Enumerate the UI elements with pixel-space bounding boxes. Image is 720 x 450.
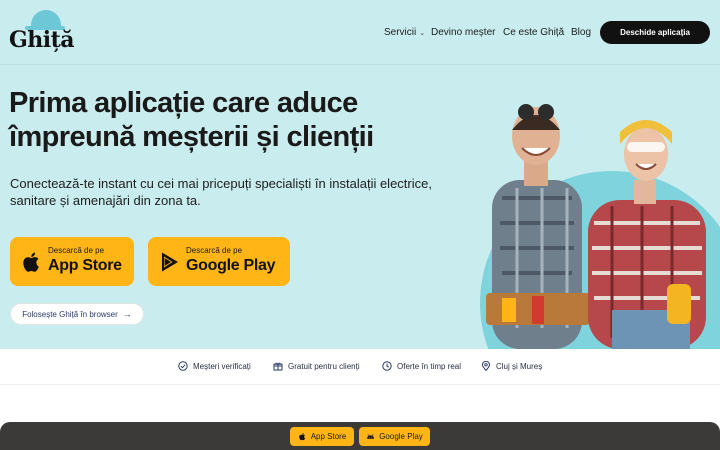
feature-realtime: Oferte în timp real xyxy=(382,361,461,371)
app-store-button[interactable]: Descarcă de pe App Store xyxy=(10,237,134,286)
hero-subtext: Conectează-te instant cu cei mai pricepu… xyxy=(10,176,432,208)
apple-icon xyxy=(298,432,305,441)
woman-neck xyxy=(634,180,656,204)
features-bar: Meșteri verificați Gratuit pentru clienț… xyxy=(0,349,720,385)
nav-what-is-ghita[interactable]: Ce este Ghiță xyxy=(503,0,564,65)
hero-headline-line2: împreună meșterii și clienții xyxy=(9,121,374,153)
sticky-google-play-label: Google Play xyxy=(379,432,423,441)
hero-section: Ghiță Servicii ⌄ Devino meșter Ce este G… xyxy=(0,0,720,349)
check-circle-icon xyxy=(178,361,188,371)
feature-free: Gratuit pentru clienți xyxy=(273,361,360,371)
tool-red xyxy=(532,296,544,324)
nav-become-craftsman[interactable]: Devino meșter xyxy=(431,0,495,65)
woman-face xyxy=(624,127,668,181)
app-store-pre-label: Descarcă de pe xyxy=(48,246,105,255)
use-in-browser-button[interactable]: Folosește Ghiță în browser → xyxy=(10,303,144,325)
google-play-label: Google Play xyxy=(186,257,276,274)
woman-goggles xyxy=(627,142,665,152)
apple-icon xyxy=(23,252,39,272)
feature-verified-label: Meșteri verificați xyxy=(193,361,251,371)
chevron-down-icon: ⌄ xyxy=(419,29,426,37)
arrow-right-icon: → xyxy=(122,309,132,319)
man-goggle-left xyxy=(518,104,534,120)
google-play-button[interactable]: Descarcă de pe Google Play xyxy=(148,237,290,286)
feature-realtime-label: Oferte în timp real xyxy=(397,361,462,371)
open-app-button[interactable]: Deschide aplicația xyxy=(600,21,710,44)
google-play-pre-label: Descarcă de pe xyxy=(186,246,243,255)
feature-location: Cluj și Mureș xyxy=(481,361,542,371)
site-header: Ghiță Servicii ⌄ Devino meșter Ce este G… xyxy=(0,0,720,65)
hero-headline-line1: Prima aplicație care aduce xyxy=(9,87,358,119)
sticky-download-bar: App Store Google Play xyxy=(0,422,720,450)
feature-verified: Meșteri verificați xyxy=(178,361,251,371)
clock-icon xyxy=(382,361,392,371)
craftsmen-illustration xyxy=(480,104,720,349)
feature-location-label: Cluj și Mureș xyxy=(496,361,543,371)
nav-services-label[interactable]: Servicii xyxy=(384,27,416,38)
sticky-app-store-label: App Store xyxy=(310,432,347,441)
nav-become-label[interactable]: Devino meșter xyxy=(431,27,495,38)
work-glove xyxy=(667,284,691,324)
android-icon xyxy=(367,434,375,439)
nav-services[interactable]: Servicii ⌄ xyxy=(384,0,425,65)
app-store-label: App Store xyxy=(48,257,122,274)
use-in-browser-label: Folosește Ghiță în browser xyxy=(22,309,118,319)
google-play-icon xyxy=(162,252,178,272)
logo-text: Ghiță xyxy=(9,27,75,53)
sticky-app-store-button[interactable]: App Store xyxy=(290,427,354,446)
nav-blog[interactable]: Blog xyxy=(571,0,591,65)
man-goggle-right xyxy=(538,104,554,120)
feature-free-label: Gratuit pentru clienți xyxy=(288,361,360,371)
sticky-google-play-button[interactable]: Google Play xyxy=(359,427,430,446)
location-pin-icon xyxy=(481,361,491,371)
nav-blog-label[interactable]: Blog xyxy=(571,27,591,38)
nav-what-label[interactable]: Ce este Ghiță xyxy=(503,27,564,38)
ghita-logo[interactable]: Ghiță xyxy=(9,10,75,56)
tool-yellow xyxy=(502,298,516,322)
hero-headline: Prima aplicație care aduce împreună meșt… xyxy=(9,86,469,154)
gift-icon xyxy=(273,362,283,371)
